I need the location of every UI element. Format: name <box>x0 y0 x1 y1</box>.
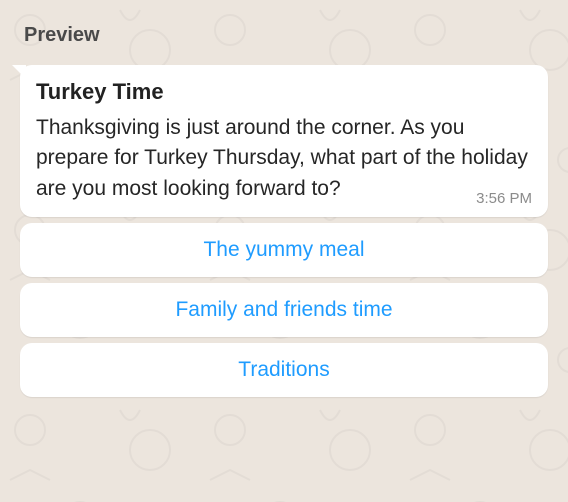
preview-container: Preview Turkey Time Thanksgiving is just… <box>0 0 568 421</box>
reply-option-3[interactable]: Traditions <box>20 343 548 397</box>
message-bubble: Turkey Time Thanksgiving is just around … <box>20 65 548 217</box>
reply-option-2[interactable]: Family and friends time <box>20 283 548 337</box>
reply-option-1[interactable]: The yummy meal <box>20 223 548 277</box>
preview-heading: Preview <box>24 24 548 47</box>
message-title: Turkey Time <box>36 79 532 105</box>
